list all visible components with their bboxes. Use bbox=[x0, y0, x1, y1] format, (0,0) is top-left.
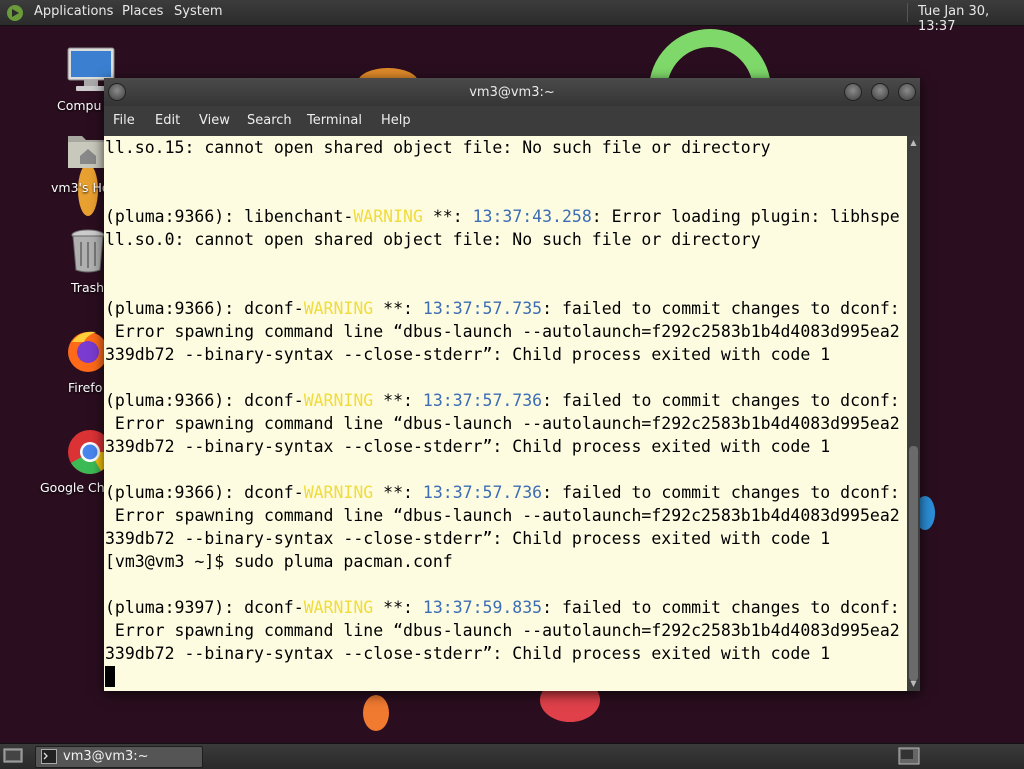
terminal-line: 339db72 --binary-syntax --close-stderr”:… bbox=[105, 435, 830, 458]
terminal-text: **: bbox=[373, 483, 423, 502]
menu-system[interactable]: System bbox=[174, 4, 222, 19]
menu-file[interactable]: File bbox=[113, 113, 135, 128]
terminal-line: 339db72 --binary-syntax --close-stderr”:… bbox=[105, 527, 830, 550]
terminal-text: (pluma:9397): dconf- bbox=[105, 598, 304, 617]
menu-edit[interactable]: Edit bbox=[155, 113, 180, 128]
timestamp-text: 13:37:57.736 bbox=[422, 391, 543, 410]
workspace-switcher-icon[interactable] bbox=[898, 747, 920, 765]
terminal-text: Error spawning command line “dbus-launch… bbox=[105, 322, 900, 341]
terminal-line: 339db72 --binary-syntax --close-stderr”:… bbox=[105, 642, 830, 665]
terminal-line: (pluma:9397): dconf-WARNING **: 13:37:59… bbox=[105, 596, 900, 619]
terminal-text: (pluma:9366): dconf- bbox=[105, 391, 304, 410]
terminal-line: Error spawning command line “dbus-launch… bbox=[105, 412, 900, 435]
terminal-text: ll.so.0: cannot open shared object file:… bbox=[105, 230, 761, 249]
terminal-text: : failed to commit changes to dconf: bbox=[542, 299, 900, 318]
taskbar-item-label: vm3@vm3:~ bbox=[63, 749, 149, 764]
timestamp-text: 13:37:57.735 bbox=[422, 299, 543, 318]
timestamp-text: 13:37:59.835 bbox=[422, 598, 543, 617]
terminal-text: : failed to commit changes to dconf: bbox=[542, 598, 900, 617]
show-desktop-icon[interactable] bbox=[3, 747, 23, 765]
terminal-text: ll.so.15: cannot open shared object file… bbox=[105, 138, 771, 157]
terminal-text: **: bbox=[373, 299, 423, 318]
terminal-line: Error spawning command line “dbus-launch… bbox=[105, 619, 900, 642]
warning-text: WARNING bbox=[303, 598, 374, 617]
bottom-panel: vm3@vm3:~ bbox=[0, 743, 1024, 769]
terminal-line: ll.so.15: cannot open shared object file… bbox=[105, 136, 771, 159]
taskbar-item-terminal[interactable]: vm3@vm3:~ bbox=[35, 746, 203, 768]
terminal-line: ll.so.0: cannot open shared object file:… bbox=[105, 228, 761, 251]
terminal-cursor bbox=[105, 666, 115, 687]
warning-text: WARNING bbox=[303, 299, 374, 318]
terminal-text: 339db72 --binary-syntax --close-stderr”:… bbox=[105, 437, 831, 456]
scrollbar-thumb[interactable] bbox=[909, 446, 918, 681]
terminal-text: Error spawning command line “dbus-launch… bbox=[105, 506, 900, 525]
terminal-line: (pluma:9366): dconf-WARNING **: 13:37:57… bbox=[105, 389, 900, 412]
timestamp-text: 13:37:57.736 bbox=[422, 483, 543, 502]
menu-view[interactable]: View bbox=[199, 113, 230, 128]
terminal-line: (pluma:9366): dconf-WARNING **: 13:37:57… bbox=[105, 297, 900, 320]
terminal-line: [vm3@vm3 ~]$ sudo pluma pacman.conf bbox=[105, 550, 453, 573]
terminal-text: Error spawning command line “dbus-launch… bbox=[105, 621, 900, 640]
menu-places[interactable]: Places bbox=[122, 4, 163, 19]
terminal-text: (pluma:9366): libenchant- bbox=[105, 207, 354, 226]
window-title: vm3@vm3:~ bbox=[469, 85, 555, 100]
terminal-text: 339db72 --binary-syntax --close-stderr”:… bbox=[105, 529, 831, 548]
terminal-text: 339db72 --binary-syntax --close-stderr”:… bbox=[105, 345, 831, 364]
terminal-line: Error spawning command line “dbus-launch… bbox=[105, 504, 900, 527]
terminal-line: (pluma:9366): libenchant-WARNING **: 13:… bbox=[105, 205, 900, 228]
terminal-text: : failed to commit changes to dconf: bbox=[542, 483, 900, 502]
terminal-output[interactable]: ll.so.15: cannot open shared object file… bbox=[104, 136, 907, 691]
mate-logo-icon[interactable] bbox=[6, 4, 24, 22]
terminal-window[interactable]: vm3@vm3:~ File Edit View Search Terminal… bbox=[104, 78, 920, 691]
window-titlebar[interactable]: vm3@vm3:~ bbox=[104, 78, 920, 106]
panel-separator bbox=[907, 3, 908, 22]
terminal-text: **: bbox=[373, 391, 423, 410]
maximize-button[interactable] bbox=[871, 83, 889, 101]
menu-help[interactable]: Help bbox=[381, 113, 411, 128]
terminal-line: Error spawning command line “dbus-launch… bbox=[105, 320, 900, 343]
menu-applications[interactable]: Applications bbox=[34, 4, 113, 19]
menu-terminal[interactable]: Terminal bbox=[307, 113, 362, 128]
timestamp-text: 13:37:43.258 bbox=[472, 207, 592, 226]
terminal-text: 339db72 --binary-syntax --close-stderr”:… bbox=[105, 644, 831, 663]
terminal-scrollbar[interactable]: ▲ ▼ bbox=[907, 136, 920, 691]
warning-text: WARNING bbox=[303, 483, 374, 502]
terminal-text: (pluma:9366): dconf- bbox=[105, 483, 304, 502]
terminal-text: **: bbox=[373, 598, 423, 617]
terminal-text: (pluma:9366): dconf- bbox=[105, 299, 304, 318]
window-menubar: File Edit View Search Terminal Help bbox=[104, 106, 920, 136]
terminal-text: [vm3@vm3 ~]$ sudo pluma pacman.conf bbox=[105, 552, 453, 571]
top-panel: Applications Places System Tue Jan 30, 1… bbox=[0, 0, 1024, 34]
warning-text: WARNING bbox=[353, 207, 423, 226]
minimize-button[interactable] bbox=[844, 83, 862, 101]
menu-search[interactable]: Search bbox=[247, 113, 292, 128]
terminal-line: 339db72 --binary-syntax --close-stderr”:… bbox=[105, 343, 830, 366]
clock[interactable]: Tue Jan 30, 13:37 bbox=[918, 4, 1024, 34]
terminal-line: (pluma:9366): dconf-WARNING **: 13:37:57… bbox=[105, 481, 900, 504]
terminal-text: Error spawning command line “dbus-launch… bbox=[105, 414, 900, 433]
scroll-up-arrow-icon[interactable]: ▲ bbox=[908, 138, 919, 148]
terminal-icon bbox=[41, 749, 57, 764]
scroll-down-arrow-icon[interactable]: ▼ bbox=[908, 679, 919, 689]
terminal-text: : failed to commit changes to dconf: bbox=[542, 391, 900, 410]
close-button[interactable] bbox=[898, 83, 916, 101]
warning-text: WARNING bbox=[303, 391, 374, 410]
terminal-text: : Error loading plugin: libhspe bbox=[591, 207, 900, 226]
terminal-text: **: bbox=[422, 207, 473, 226]
